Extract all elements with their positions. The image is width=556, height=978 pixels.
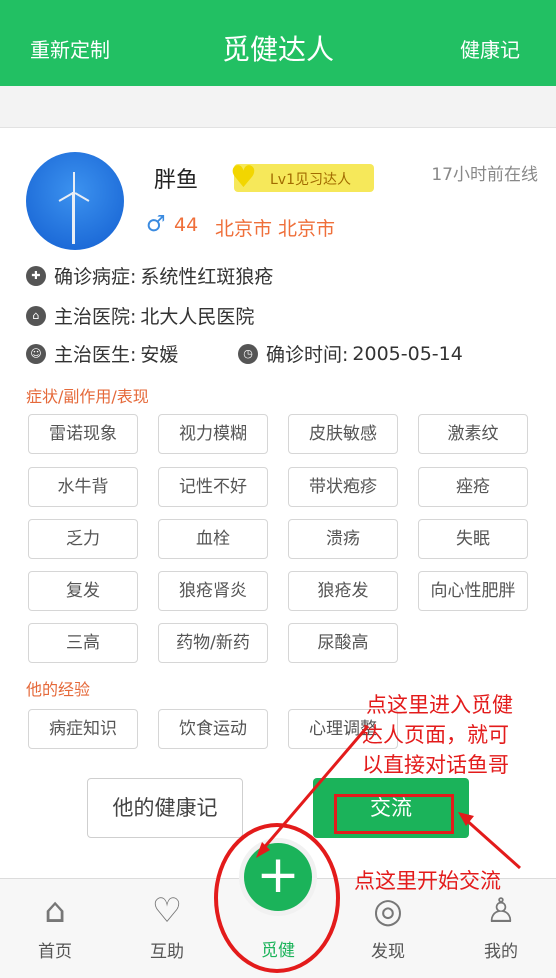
annotation-arrows xyxy=(256,725,521,870)
